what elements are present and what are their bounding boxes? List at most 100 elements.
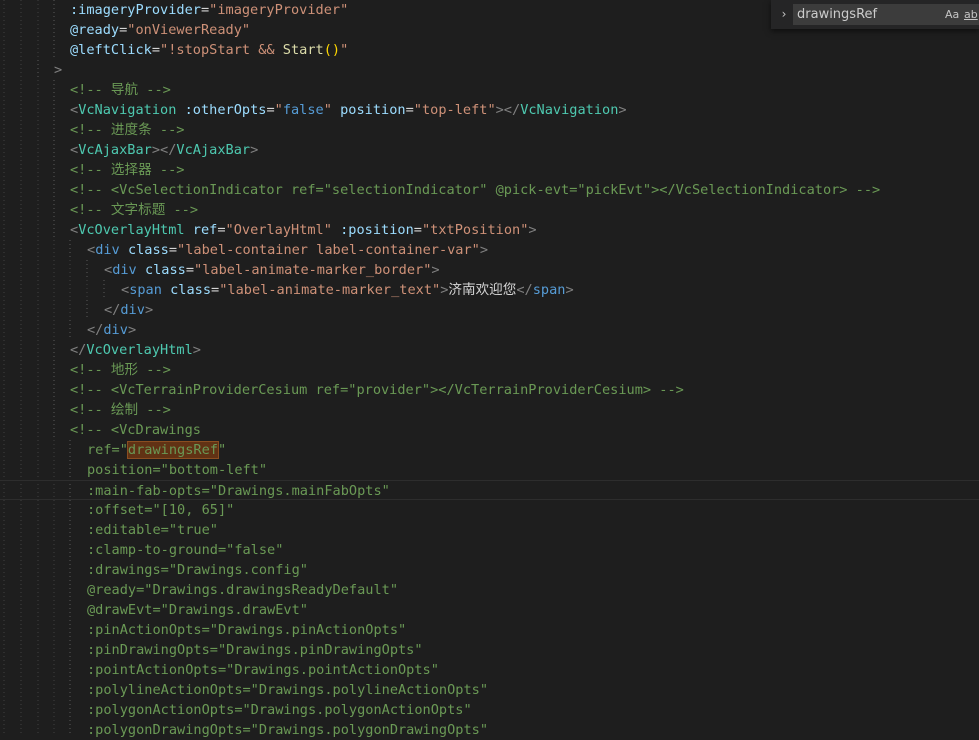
- code-token: class: [127, 242, 169, 258]
- code-token: <!-- 绘制 -->: [70, 402, 171, 418]
- code-token: span: [532, 282, 566, 298]
- code-token: <!-- 选择器 -->: [70, 162, 185, 178]
- code-token: <!-- 文字标题 -->: [70, 202, 199, 218]
- code-line[interactable]: :clamp-to-ground="false": [0, 540, 979, 560]
- code-line[interactable]: :offset="[10, 65]": [0, 500, 979, 520]
- code-line[interactable]: <!-- 进度条 -->: [0, 120, 979, 140]
- code-line[interactable]: <div class="label-animate-marker_border"…: [0, 260, 979, 280]
- code-token: :drawings="Drawings.config": [87, 562, 308, 578]
- code-line[interactable]: :pinActionOpts="Drawings.pinActionOpts": [0, 620, 979, 640]
- code-token: :polygonActionOpts="Drawings.polygonActi…: [87, 702, 472, 718]
- find-input[interactable]: drawingsRef Aa ab .*: [793, 4, 979, 25]
- match-case-button[interactable]: Aa: [945, 6, 959, 23]
- code-token: Start: [282, 42, 324, 58]
- code-token: <: [70, 222, 79, 238]
- code-token: class: [170, 282, 212, 298]
- code-line[interactable]: <!-- <VcDrawings: [0, 420, 979, 440]
- search-match-highlight: drawingsRef: [126, 441, 219, 459]
- code-token: </: [516, 282, 533, 298]
- code-token: >: [127, 322, 137, 338]
- code-token: <!-- <VcDrawings: [70, 422, 201, 438]
- code-line[interactable]: :editable="true": [0, 520, 979, 540]
- code-token: =: [266, 102, 275, 118]
- code-line[interactable]: ref="drawingsRef": [0, 440, 979, 460]
- code-token: ></: [151, 142, 177, 158]
- code-line[interactable]: @drawEvt="Drawings.drawEvt": [0, 600, 979, 620]
- code-line[interactable]: :pointActionOpts="Drawings.pointActionOp…: [0, 660, 979, 680]
- code-line[interactable]: :main-fab-opts="Drawings.mainFabOpts": [0, 480, 979, 500]
- code-line[interactable]: <span class="label-animate-marker_text">…: [0, 280, 979, 300]
- code-line[interactable]: :polygonActionOpts="Drawings.polygonActi…: [0, 700, 979, 720]
- code-line[interactable]: <!-- <VcTerrainProviderCesium ref="provi…: [0, 380, 979, 400]
- code-token: ></: [495, 102, 521, 118]
- code-line[interactable]: :drawings="Drawings.config": [0, 560, 979, 580]
- code-line[interactable]: <!-- 文字标题 -->: [0, 200, 979, 220]
- code-line[interactable]: <VcOverlayHtml ref="OverlayHtml" :positi…: [0, 220, 979, 240]
- code-line[interactable]: <!-- 选择器 -->: [0, 160, 979, 180]
- code-token: =: [217, 222, 226, 238]
- code-token: :otherOpts: [184, 102, 267, 118]
- code-token: <: [104, 262, 113, 278]
- code-line[interactable]: <!-- 导航 -->: [0, 80, 979, 100]
- chevron-right-icon[interactable]: ›: [777, 6, 791, 22]
- code-token: div: [120, 302, 145, 318]
- code-token: :main-fab-opts="Drawings.mainFabOpts": [87, 483, 390, 499]
- code-token: <: [70, 142, 79, 158]
- code-token: =: [151, 42, 161, 58]
- code-token: =: [413, 222, 422, 238]
- code-line[interactable]: </div>: [0, 320, 979, 340]
- code-line[interactable]: <div class="label-container label-contai…: [0, 240, 979, 260]
- code-line[interactable]: </VcOverlayHtml>: [0, 340, 979, 360]
- code-token: =: [211, 282, 220, 298]
- code-token: :pointActionOpts="Drawings.pointActionOp…: [87, 662, 439, 678]
- code-line[interactable]: <VcNavigation :otherOpts="false" positio…: [0, 100, 979, 120]
- code-token: div: [103, 322, 128, 338]
- code-token: "label-animate-marker_border": [194, 262, 432, 278]
- code-token: :imageryProvider: [70, 2, 201, 18]
- match-word-button[interactable]: ab: [964, 6, 978, 23]
- code-line[interactable]: :pinDrawingOpts="Drawings.pinDrawingOpts…: [0, 640, 979, 660]
- code-token: <: [87, 242, 96, 258]
- code-token: <!-- <VcTerrainProviderCesium ref="provi…: [70, 382, 684, 398]
- code-token: >: [528, 222, 537, 238]
- code-token: VcNavigation: [520, 102, 619, 118]
- code-token: >: [144, 302, 154, 318]
- code-token: <!-- 进度条 -->: [70, 122, 185, 138]
- code-token: position: [340, 102, 406, 118]
- code-token: ": [340, 42, 349, 58]
- code-line[interactable]: <VcAjaxBar></VcAjaxBar>: [0, 140, 979, 160]
- code-line[interactable]: @leftClick="!stopStart && Start()": [0, 40, 979, 60]
- code-token: :polylineActionOpts="Drawings.polylineAc…: [87, 682, 489, 698]
- code-token: =: [185, 262, 195, 278]
- code-token: </: [104, 302, 121, 318]
- code-token: @drawEvt="Drawings.drawEvt": [87, 602, 308, 618]
- code-line[interactable]: @ready="Drawings.drawingsReadyDefault": [0, 580, 979, 600]
- code-token: ref: [192, 222, 218, 238]
- code-token: false: [282, 102, 324, 118]
- code-token: =: [200, 2, 210, 18]
- code-line[interactable]: :polylineActionOpts="Drawings.polylineAc…: [0, 680, 979, 700]
- code-editor[interactable]: :imageryProvider="imageryProvider" @ready…: [0, 0, 979, 738]
- code-token: <!-- <VcSelectionIndicator ref="selectio…: [70, 182, 881, 198]
- code-line[interactable]: >: [0, 60, 979, 80]
- code-token: @ready="Drawings.drawingsReadyDefault": [87, 582, 398, 598]
- code-line[interactable]: <!-- 绘制 -->: [0, 400, 979, 420]
- code-token: :position: [340, 222, 414, 238]
- code-token: ref=": [87, 442, 128, 458]
- code-token: </: [70, 342, 87, 358]
- code-line[interactable]: <!-- 地形 -->: [0, 360, 979, 380]
- code-line[interactable]: :polygonDrawingOpts="Drawings.polygonDra…: [0, 720, 979, 740]
- code-line[interactable]: </div>: [0, 300, 979, 320]
- code-token: div: [95, 242, 120, 258]
- code-token: >: [618, 102, 627, 118]
- code-line[interactable]: <!-- <VcSelectionIndicator ref="selectio…: [0, 180, 979, 200]
- code-token: "OverlayHtml": [225, 222, 332, 238]
- code-token: :offset="[10, 65]": [87, 502, 235, 518]
- code-line[interactable]: position="bottom-left": [0, 460, 979, 480]
